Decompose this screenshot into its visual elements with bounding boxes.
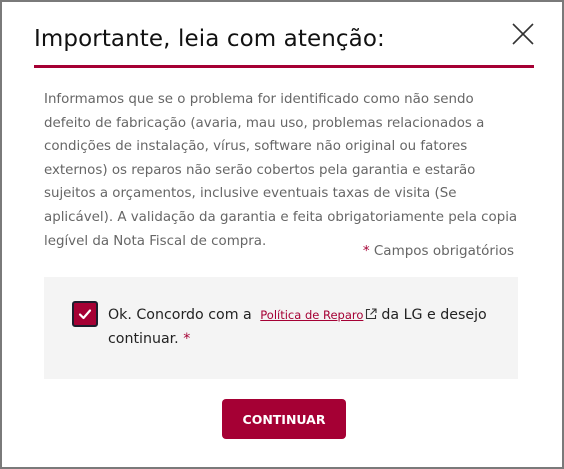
continue-button[interactable]: CONTINUAR (222, 399, 346, 439)
required-fields-label: Campos obrigatórios (373, 243, 514, 259)
agreement-panel: Ok. Concordo com a Política de Reparo da… (44, 277, 518, 379)
close-icon (512, 23, 534, 45)
required-fields-note: * Campos obrigatórios (363, 243, 514, 259)
required-asterisk: * (362, 243, 370, 259)
agreement-text: Ok. Concordo com a Política de Reparo da… (108, 303, 508, 351)
agreement-text-before: Ok. Concordo com a (108, 307, 252, 323)
check-icon (78, 309, 92, 320)
repair-policy-link[interactable]: Política de Reparo (260, 308, 363, 322)
repair-warning-modal: Importante, leia com atenção: Informamos… (0, 0, 564, 469)
modal-title: Importante, leia com atenção: (34, 26, 385, 52)
close-button[interactable] (510, 21, 536, 47)
agreement-required-asterisk: * (183, 331, 191, 347)
title-divider (34, 65, 534, 68)
warning-message: Informamos que se o problema for identif… (44, 92, 518, 249)
agree-checkbox[interactable] (72, 301, 98, 327)
external-link-icon (366, 308, 377, 320)
